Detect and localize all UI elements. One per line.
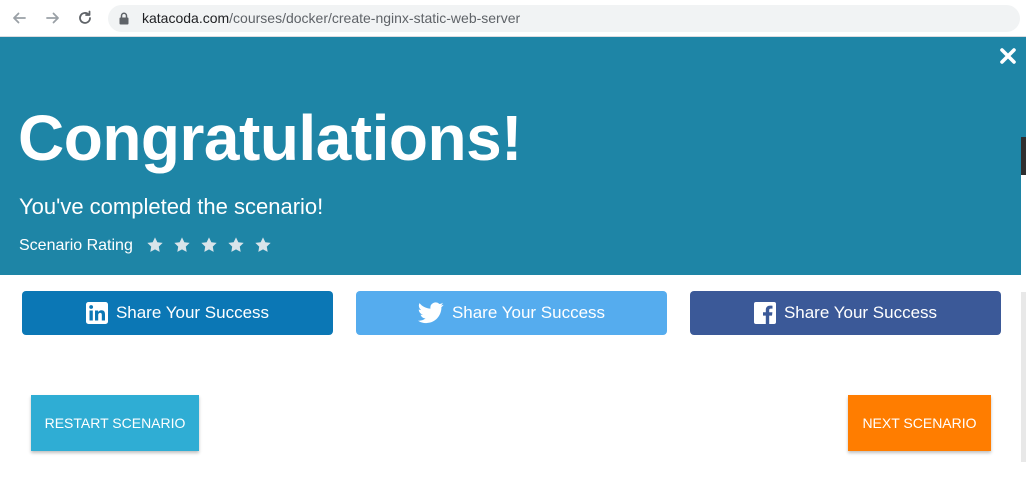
forward-button[interactable] — [42, 7, 64, 29]
next-scenario-button[interactable]: NEXT SCENARIO — [848, 395, 991, 451]
arrow-left-icon — [13, 12, 26, 24]
share-linkedin-button[interactable]: Share Your Success — [22, 291, 333, 335]
share-facebook-label: Share Your Success — [783, 303, 938, 322]
linkedin-icon — [85, 302, 108, 324]
star-icon[interactable] — [200, 236, 218, 254]
star-icon[interactable] — [254, 236, 272, 254]
star-rating[interactable] — [146, 236, 272, 254]
browser-toolbar: katacoda.com/courses/docker/create-nginx… — [0, 0, 1026, 37]
congratulations-banner: Congratulations! You've completed the sc… — [0, 37, 1021, 275]
share-twitter-label: Share Your Success — [451, 303, 606, 322]
url-host: katacoda.com — [142, 10, 230, 26]
reload-icon — [79, 10, 91, 24]
close-icon[interactable] — [998, 46, 1018, 66]
share-linkedin-label: Share Your Success — [115, 303, 270, 322]
restart-scenario-button[interactable]: RESTART SCENARIO — [31, 395, 199, 451]
twitter-icon — [417, 302, 444, 324]
page-subtitle: You've completed the scenario! — [19, 194, 324, 219]
url-path: /courses/docker/create-nginx-static-web-… — [229, 10, 521, 26]
share-twitter-button[interactable]: Share Your Success — [356, 291, 667, 335]
url-text: katacoda.com/courses/docker/create-nginx… — [142, 10, 520, 26]
page-title: Congratulations! — [18, 102, 522, 174]
window-edge — [1021, 37, 1026, 499]
back-button[interactable] — [8, 7, 30, 29]
star-icon[interactable] — [173, 236, 191, 254]
rating-label: Scenario Rating — [19, 237, 133, 254]
share-facebook-button[interactable]: Share Your Success — [690, 291, 1001, 335]
star-icon[interactable] — [227, 236, 245, 254]
facebook-icon — [753, 302, 776, 324]
lock-icon — [119, 12, 129, 25]
arrow-right-icon — [46, 12, 59, 24]
star-icon[interactable] — [146, 236, 164, 254]
reload-button[interactable] — [74, 7, 96, 29]
address-bar[interactable]: katacoda.com/courses/docker/create-nginx… — [108, 5, 1020, 32]
